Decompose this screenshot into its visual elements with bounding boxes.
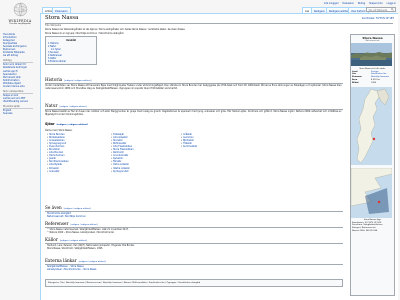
heading-text: Referenser [45,221,69,226]
toc-item[interactable]: 6 Externa länkar [48,60,94,63]
infobox-footer-line: Natura 2000: SE0110154 [352,229,378,232]
island-list-item[interactable]: Kyrkogrundet [111,170,171,173]
section-heading-referenser: Referenser [redigera | redigera wikitext] [45,221,98,226]
see-also-list: Stockholms skärgård Naturreservat i Norr… [47,212,86,218]
user-link-talk[interactable]: Diskussion [342,2,354,5]
sources-list: Hedlund, Lars; Persson, Per (2007). Nati… [47,244,343,250]
paragraph-historia: Under medeltiden var Stora Nassa ett hav… [45,84,342,91]
infobox-row: Bildat 1980 [351,82,394,85]
section-heading-natur: Natur [redigera | redigera wikitext] [45,103,87,108]
search-icon[interactable] [391,7,394,11]
paragraph-natur: Stora Nassa består av fler än tusen öar,… [45,110,342,117]
heading-text: Sjöar [45,122,55,126]
heading-text: Se även [45,205,62,210]
user-links: Inte inloggad Diskussion Bidrag Skapa ko… [324,2,396,5]
external-link[interactable]: Länsstyrelsen i Stockholms län – Stora N… [47,268,343,271]
islands-column-2: TistelskärLilla GåsskärStorskärBofinkssk… [111,133,171,173]
section-heading-sjoar: Sjöar [redigera | redigera wikitext] [45,122,88,126]
wikipedia-logo[interactable]: WIKIPEDIA Den fria encyklopedin [2,2,38,30]
heading-text: Externa länkar [45,258,77,263]
heading-text: Historia [45,77,63,82]
islands-column-3: GråskärGummonBjörkskärTrälskärKummelskär [181,133,241,148]
list-item[interactable]: Naturreservat i Norrtälje kommun [47,215,86,218]
infobox-value: 1980 [371,82,377,85]
external-links-list: Skärgårdsstiftelsen – Stora Nassa Länsst… [47,265,343,271]
section-heading-externa: Externa länkar [redigera | redigera wikit… [45,258,106,263]
toc-list: 1 Historia 2 Natur 2.1 Sjöar 3 Se även 4… [48,42,94,63]
infobox: Stora Nassa Naturreservat Stora Nassa se… [350,34,395,296]
location-marker [377,200,381,204]
page-title: Stora Nassa [45,15,79,21]
page-tabs: Artikel Diskussion Läs Redigera Redigera… [40,6,400,13]
sidebar-item-lang-svenska[interactable]: Svenska [3,112,39,115]
island-list-item[interactable]: Kummelskär [181,145,241,148]
user-link-not-logged-in: Inte inloggad [324,2,339,5]
islands-column-1: Stora BondenMickelsskärenGrisselskärenSj… [47,133,107,173]
sidebar: Huvudsida Introduktion Kategorier Slumpa… [3,33,39,115]
user-link-log-in[interactable]: Logga in [387,2,396,5]
section-heading-kallor: Källor [redigera | redigera wikitext] [45,237,87,242]
infobox-photo[interactable] [351,43,392,66]
section-heading-se-aven: Se även [redigera | redigera wikitext] [45,205,91,210]
lead-paragraph: Stora Nassa är en ögrupp i Norrtälje kom… [45,31,125,35]
article-content: Stora Nassa Koordinater: 59°35′N 19°18′E… [40,13,398,300]
coordinates-link[interactable]: Koordinater: 59°35′N 19°18′E [362,17,394,20]
sidebar-item-cite[interactable]: Använd denna sida [3,85,39,88]
source-item: Stora Nassa, Stockholm: Skärgårdsstiftel… [47,247,104,251]
category-links[interactable]: Kategorier: Öar i Norrtälje kommun | Nat… [45,279,343,287]
sidebar-item-printable[interactable]: Utskriftsvänlig version [3,100,39,103]
references-list: ^ Stora Nassa naturreservat. Skärgårdsst… [47,228,337,234]
edit-section-link[interactable]: [redigera | redigera wikitext] [57,124,88,126]
heading-text: Natur [45,103,58,108]
location-map-detail[interactable] [350,167,393,219]
island-list-item[interactable]: Granskär [47,170,107,173]
sidebar-item-donate[interactable]: Ge ett bidrag [3,54,39,57]
user-link-create-account[interactable]: Skapa konto [369,2,383,5]
logo-tagline: Den fria encyklopedin [9,23,31,25]
user-link-contributions[interactable]: Bidrag [358,2,365,5]
infobox-key: Bildat [352,82,359,85]
location-map-sweden[interactable] [351,87,392,166]
reference-item: ^ Natura 2000 – Stora Nassa. Länsstyrels… [47,231,115,235]
site-sub: Från Wikipedia [45,23,62,27]
section-heading-historia: Historia [redigera | redigera wikitext] [45,77,91,82]
table-of-contents: Innehåll 1 Historia 2 Natur 2.1 Sjöar 3 … [45,36,97,66]
infobox-footer: Koordinater: 59°35′N 19°18′E Förvaltare:… [351,222,394,233]
infobox-subtitle: Naturreservat [365,40,380,42]
heading-text: Källor [45,237,58,242]
puzzle-globe-icon [13,2,27,17]
location-marker [372,137,376,141]
